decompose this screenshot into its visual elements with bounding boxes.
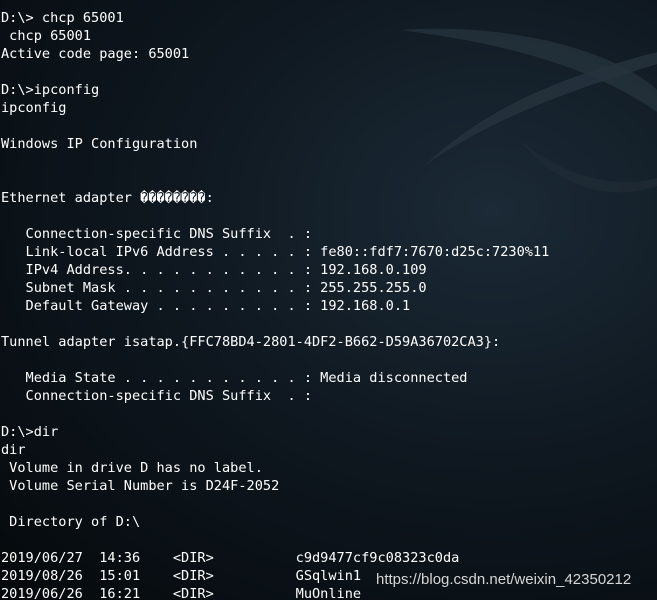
terminal-line: IPv4 Address. . . . . . . . . . . : 192.…	[1, 262, 427, 278]
terminal-line: Volume in drive D has no label.	[1, 460, 263, 476]
terminal-line: ipconfig	[1, 100, 67, 116]
terminal-line: dir	[1, 442, 26, 458]
terminal-line: Directory of D:\	[1, 514, 141, 530]
terminal-line: Connection-specific DNS Suffix . :	[1, 226, 312, 242]
terminal-line: Connection-specific DNS Suffix . :	[1, 388, 312, 404]
terminal-line: Subnet Mask . . . . . . . . . . . : 255.…	[1, 280, 427, 296]
terminal-line: chcp 65001	[1, 28, 92, 44]
terminal-line: D:\>dir	[1, 424, 59, 440]
terminal-line: D:\>ipconfig	[1, 82, 100, 98]
terminal-line: Media State . . . . . . . . . . . : Medi…	[1, 370, 468, 386]
terminal-line: Active code page: 65001	[1, 46, 190, 62]
terminal-line: 2019/06/27 14:36 <DIR> c9d9477cf9c08323c…	[1, 550, 460, 566]
terminal-window[interactable]: D:\> chcp 65001 chcp 65001 Active code pa…	[0, 0, 657, 600]
terminal-line: Ethernet adapter ��������:	[1, 190, 214, 206]
terminal-line: Volume Serial Number is D24F-2052	[1, 478, 280, 494]
terminal-line: D:\> chcp 65001	[1, 10, 124, 26]
terminal-line: Windows IP Configuration	[1, 136, 198, 152]
terminal-output: D:\> chcp 65001 chcp 65001 Active code pa…	[1, 9, 549, 600]
terminal-line: Link-local IPv6 Address . . . . . : fe80…	[1, 244, 550, 260]
terminal-line: Tunnel adapter isatap.{FFC78BD4-2801-4DF…	[1, 334, 501, 350]
terminal-line: Default Gateway . . . . . . . . . : 192.…	[1, 298, 411, 314]
watermark-url: https://blog.csdn.net/weixin_42350212	[376, 571, 632, 588]
